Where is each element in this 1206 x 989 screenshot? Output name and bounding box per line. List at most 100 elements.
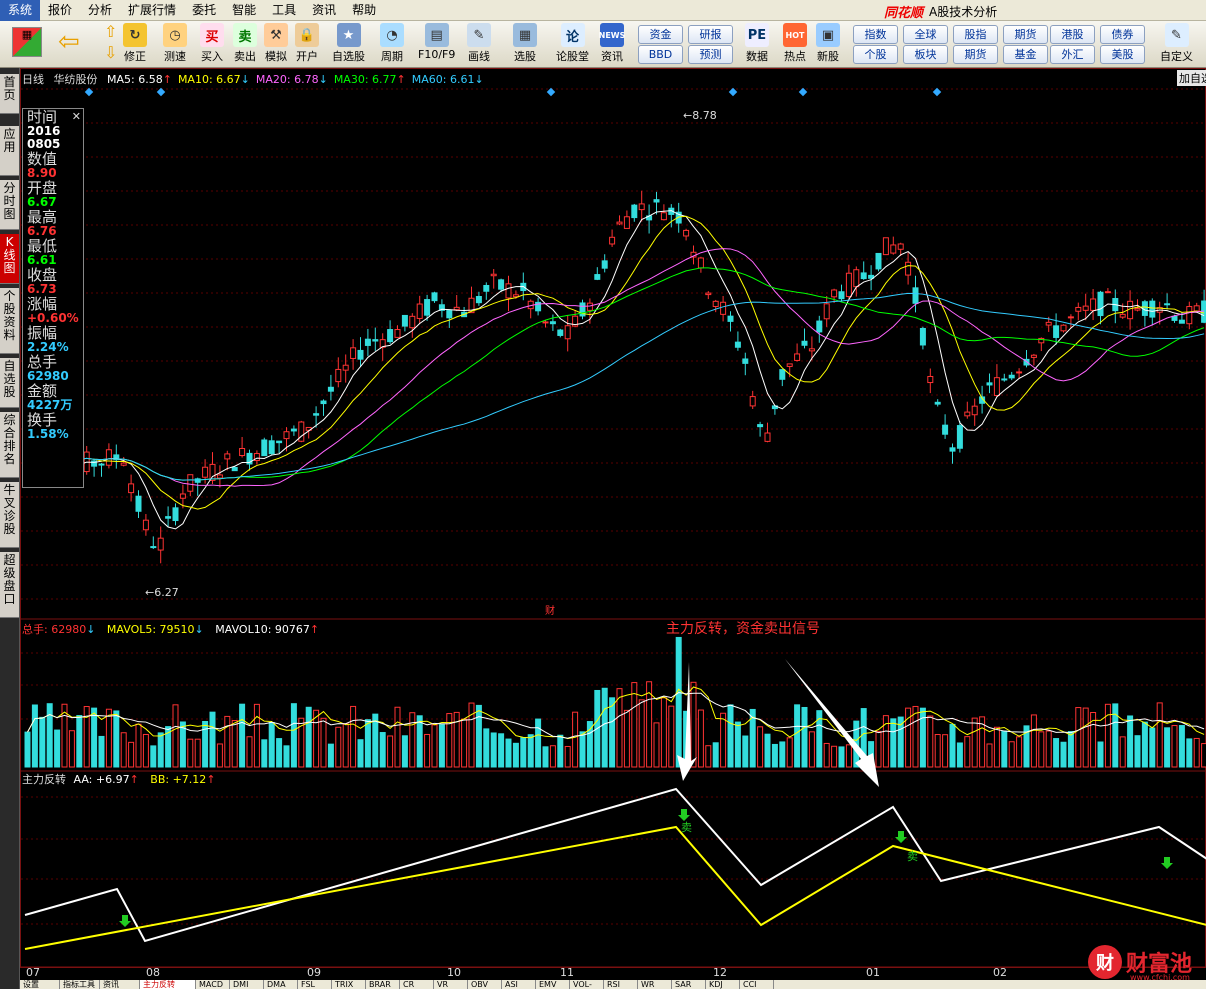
- toolbar-button[interactable]: 卖卖出: [233, 23, 257, 64]
- menu-item[interactable]: 资讯: [304, 0, 344, 21]
- quick-button[interactable]: 预测: [688, 45, 733, 64]
- sidebar-tab[interactable]: 综合排名: [0, 412, 19, 478]
- sidebar-tab[interactable]: K线图: [0, 234, 19, 284]
- candle: [564, 325, 571, 340]
- sidebar-tab[interactable]: 自选股: [0, 358, 19, 408]
- toolbar-button[interactable]: 买买入: [200, 23, 224, 64]
- sidebar-tab[interactable]: 个股资料: [0, 288, 19, 354]
- indicator-tab[interactable]: CCI: [740, 980, 774, 989]
- close-icon[interactable]: ✕: [72, 109, 81, 125]
- volume-bar: [468, 702, 475, 768]
- layout-icon[interactable]: ▦: [12, 27, 42, 57]
- toolbar-button[interactable]: HOT 热点: [783, 23, 807, 64]
- menu-item[interactable]: 工具: [264, 0, 304, 21]
- indicator-tab[interactable]: TRIX: [332, 980, 366, 989]
- quick-button[interactable]: 股指: [953, 25, 998, 44]
- volume-bar: [1119, 736, 1126, 768]
- toolbar-button[interactable]: ★ 自选股: [332, 23, 365, 64]
- indicator-tab[interactable]: 主力反转: [140, 980, 196, 989]
- menu-item[interactable]: 委托: [184, 0, 224, 21]
- quick-button[interactable]: 债券: [1100, 25, 1145, 44]
- toolbar-label: 资讯: [601, 50, 623, 63]
- indicator-tab[interactable]: VR: [434, 980, 468, 989]
- indicator-tab[interactable]: WR: [638, 980, 672, 989]
- indicator-tab[interactable]: FSL: [298, 980, 332, 989]
- toolbar-button[interactable]: 论论股堂: [556, 23, 589, 64]
- toolbar-button[interactable]: ▤ F10/F9: [418, 23, 455, 61]
- quick-button[interactable]: 美股: [1100, 45, 1145, 64]
- toolbar-button[interactable]: ▣ 新股: [816, 23, 840, 64]
- sidebar-tab[interactable]: 超级盘口: [0, 552, 19, 618]
- indicator-tab[interactable]: OBV: [468, 980, 502, 989]
- sidebar-tab[interactable]: 应用: [0, 126, 19, 176]
- volume-bar: [409, 712, 416, 768]
- indicator-tab[interactable]: KDJ: [706, 980, 740, 989]
- candle: [838, 291, 845, 300]
- volume-bar: [216, 743, 223, 768]
- watermark-icon: 财: [1088, 945, 1122, 979]
- indicator-tab[interactable]: ASI: [502, 980, 536, 989]
- sidebar-tab[interactable]: 首页: [0, 74, 19, 114]
- add-watchlist-button[interactable]: 加自选: [1177, 70, 1206, 86]
- indicator-tab[interactable]: MACD: [196, 980, 230, 989]
- sidebar-tab[interactable]: 牛叉诊股: [0, 482, 19, 548]
- toolbar-button[interactable]: PE 数据: [745, 23, 769, 64]
- volume-bar: [742, 735, 749, 768]
- indicator-tab[interactable]: 设置: [20, 980, 60, 989]
- quick-button[interactable]: 板块: [903, 45, 948, 64]
- indicator-tab[interactable]: VOL-TDX: [570, 980, 604, 989]
- chart-svg[interactable]: ←8.78←6.27财卖卖: [21, 69, 1206, 969]
- indicator-tab[interactable]: RSI: [604, 980, 638, 989]
- down-arrow-icon[interactable]: ⇩: [104, 43, 117, 62]
- quick-button[interactable]: 基金: [1003, 45, 1048, 64]
- chart-area[interactable]: ←8.78 ←6.27 财卖卖: [20, 68, 1206, 968]
- toolbar-button[interactable]: ✎ 自定义: [1160, 23, 1193, 64]
- indicator-tab[interactable]: DMA: [264, 980, 298, 989]
- quick-button[interactable]: 个股: [853, 45, 898, 64]
- candle: [1090, 298, 1097, 311]
- date-tick: 01: [866, 966, 880, 979]
- candle: [779, 369, 786, 380]
- up-arrow-icon[interactable]: ⇧: [104, 22, 117, 41]
- sidebar-tab[interactable]: 分时图: [0, 180, 19, 230]
- ma-line: [27, 292, 1205, 481]
- quick-button[interactable]: BBD: [638, 45, 683, 64]
- indicator-tab[interactable]: EMV: [536, 980, 570, 989]
- indicator-tab[interactable]: DMI: [230, 980, 264, 989]
- volume-bar: [1082, 707, 1089, 768]
- toolbar-button[interactable]: ◔ 周期: [380, 23, 404, 64]
- toolbar-button[interactable]: NEWS 资讯: [599, 23, 625, 64]
- quick-button[interactable]: 资金: [638, 25, 683, 44]
- quick-button[interactable]: 期货: [953, 45, 998, 64]
- volume-bar: [364, 719, 371, 768]
- quick-button[interactable]: 外汇: [1050, 45, 1095, 64]
- candle: [350, 347, 357, 359]
- quick-button[interactable]: 港股: [1050, 25, 1095, 44]
- toolbar-button[interactable]: ✎ 画线: [467, 23, 491, 64]
- indicator-tab[interactable]: SAR: [672, 980, 706, 989]
- toolbar-button[interactable]: ▦ 选股: [513, 23, 537, 64]
- indicator-tab[interactable]: 资讯: [100, 980, 140, 989]
- menu-item[interactable]: 分析: [80, 0, 120, 21]
- candle: [956, 425, 963, 449]
- menu-item[interactable]: 系统: [0, 0, 41, 21]
- menu-item[interactable]: 报价: [40, 0, 80, 21]
- candle: [542, 321, 549, 324]
- indicator-tab[interactable]: CR: [400, 980, 434, 989]
- indicator-tab[interactable]: BRAR: [366, 980, 400, 989]
- candle: [794, 353, 801, 361]
- quick-button[interactable]: 研报: [688, 25, 733, 44]
- back-arrow-icon[interactable]: ⇦: [58, 27, 80, 57]
- menu-item[interactable]: 扩展行情: [120, 0, 184, 21]
- quick-button[interactable]: 期货: [1003, 25, 1048, 44]
- toolbar-button[interactable]: ⚒ 模拟: [264, 23, 288, 64]
- toolbar-button[interactable]: 🔒 开户: [295, 23, 319, 64]
- quick-button[interactable]: 指数: [853, 25, 898, 44]
- menu-item[interactable]: 帮助: [344, 0, 384, 21]
- toolbar-button[interactable]: ↻ 修正: [123, 23, 147, 64]
- indicator-tab[interactable]: 指标工具: [60, 980, 100, 989]
- toolbar-button[interactable]: ◷ 测速: [163, 23, 187, 64]
- menu-item[interactable]: 智能: [224, 0, 264, 21]
- indicator-tabs[interactable]: 设置 指标工具 资讯 主力反转 MACD DMI DMA FSL TRIX BRAR CR VR OBV…: [20, 980, 1206, 989]
- quick-button[interactable]: 全球: [903, 25, 948, 44]
